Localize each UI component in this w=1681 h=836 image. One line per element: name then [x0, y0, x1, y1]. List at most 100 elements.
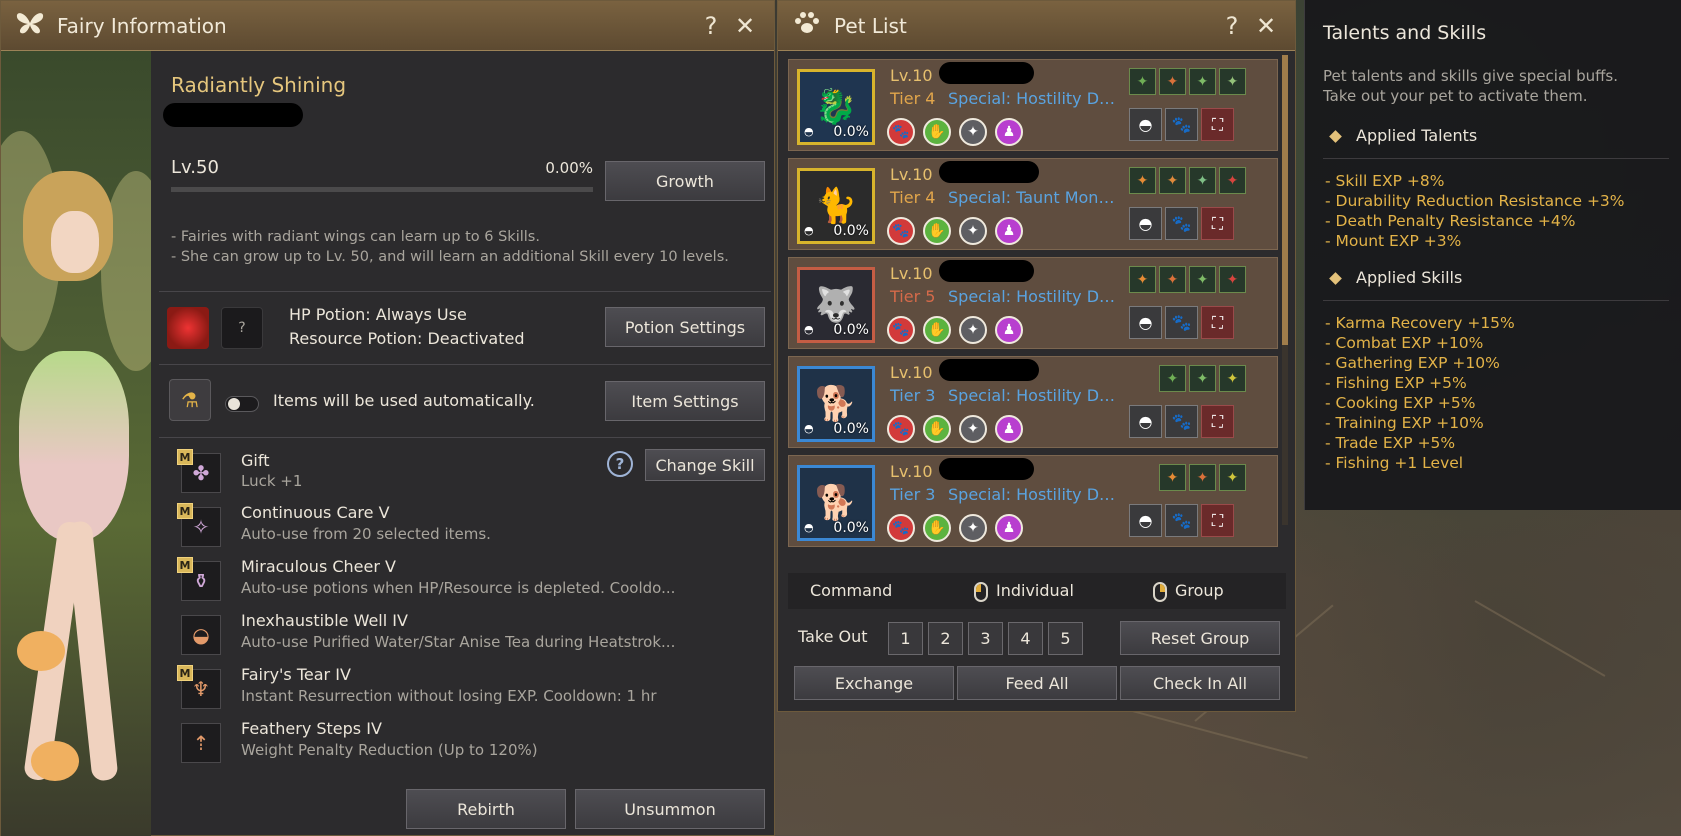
check-in-icon[interactable]: ⛶ — [1201, 207, 1234, 240]
special-command-icon[interactable]: ♟ — [995, 514, 1023, 542]
pet-portrait[interactable]: 🐉 ◓ 0.0% — [797, 69, 875, 145]
fairy-exp-bar — [171, 187, 593, 192]
check-in-all-button[interactable]: Check In All — [1120, 666, 1280, 700]
paw-command-icon[interactable]: 🐾 — [1165, 306, 1198, 339]
pet-hunger-percent: 0.0% — [833, 124, 869, 140]
paw-command-icon[interactable]: 🐾 — [1165, 207, 1198, 240]
feed-bowl-icon[interactable]: ◓ — [1129, 207, 1162, 240]
feed-bowl-icon[interactable]: ◓ — [1129, 306, 1162, 339]
skill-effect: - Training EXP +10% — [1325, 414, 1484, 432]
pet-portrait[interactable]: 🐈 ◓ 0.0% — [797, 168, 875, 244]
pet-talent-icon: ✦ — [1219, 365, 1246, 392]
talents-panel-subtitle: Pet talents and skills give special buff… — [1323, 66, 1618, 106]
take-out-group-4-button[interactable]: 4 — [1008, 622, 1043, 655]
gather-command-icon[interactable]: ✋ — [923, 118, 951, 146]
pet-row[interactable]: 🐺 ◓ 0.0% Lv.10 Tier 5 Special: Hostility Det.… — [788, 257, 1278, 349]
special-command-icon[interactable]: ♟ — [995, 118, 1023, 146]
feed-bowl-icon[interactable]: ◓ — [1129, 108, 1162, 141]
attack-command-icon[interactable]: 🐾 — [887, 316, 915, 344]
auto-item-settings-icon[interactable]: ⚗ — [169, 379, 211, 421]
pet-window-titlebar[interactable]: Pet List ? ✕ — [778, 1, 1295, 51]
skill-effect: - Combat EXP +10% — [1325, 334, 1484, 352]
skill-description: Weight Penalty Reduction (Up to 120%) — [241, 741, 538, 759]
pet-level: Lv.10 — [890, 363, 933, 382]
talents-and-skills-panel: Talents and Skills Pet talents and skill… — [1304, 0, 1681, 510]
pet-row[interactable]: 🐈 ◓ 0.0% Lv.10 Tier 4 Special: Taunt Mons... 🐾… — [788, 158, 1278, 250]
potion-settings-button[interactable]: Potion Settings — [605, 307, 765, 347]
feed-bowl-icon[interactable]: ◓ — [1129, 405, 1162, 438]
skill-help-icon[interactable]: ? — [607, 451, 633, 477]
pet-row[interactable]: 🐉 ◓ 0.0% Lv.10 Tier 4 Special: Hostility Det.… — [788, 59, 1278, 151]
resource-potion-slot-icon[interactable]: ? — [221, 307, 263, 349]
attack-command-icon[interactable]: 🐾 — [887, 415, 915, 443]
check-in-icon[interactable]: ⛶ — [1201, 108, 1234, 141]
pet-talent-icon: ✦ — [1189, 167, 1216, 194]
pet-tier: Tier 4 — [890, 188, 936, 207]
help-icon[interactable]: ? — [1217, 12, 1247, 40]
skill-description: Auto-use potions when HP/Resource is dep… — [241, 579, 676, 597]
pet-portrait[interactable]: 🐕 ◓ 0.0% — [797, 465, 875, 541]
pet-list-scrollbar[interactable] — [1282, 55, 1288, 525]
attack-command-icon[interactable]: 🐾 — [887, 217, 915, 245]
check-in-icon[interactable]: ⛶ — [1201, 504, 1234, 537]
auto-use-toggle[interactable] — [225, 396, 259, 412]
compass-command-icon[interactable]: ✦ — [959, 118, 987, 146]
item-settings-button[interactable]: Item Settings — [605, 381, 765, 421]
gather-command-icon[interactable]: ✋ — [923, 217, 951, 245]
change-skill-button[interactable]: Change Skill — [645, 449, 765, 481]
attack-command-icon[interactable]: 🐾 — [887, 514, 915, 542]
close-icon[interactable]: ✕ — [730, 12, 760, 40]
reset-group-button[interactable]: Reset Group — [1120, 621, 1280, 655]
pet-talent-icon: ✦ — [1219, 464, 1246, 491]
compass-command-icon[interactable]: ✦ — [959, 514, 987, 542]
pet-window-title: Pet List — [834, 13, 907, 38]
special-command-icon[interactable]: ♟ — [995, 316, 1023, 344]
feed-bowl-icon[interactable]: ◓ — [1129, 504, 1162, 537]
paw-command-icon[interactable]: 🐾 — [1165, 108, 1198, 141]
compass-command-icon[interactable]: ✦ — [959, 316, 987, 344]
pet-special-skill: Special: Hostility Det... — [948, 386, 1120, 405]
compass-command-icon[interactable]: ✦ — [959, 217, 987, 245]
mastery-badge: M — [177, 557, 193, 573]
rebirth-button[interactable]: Rebirth — [406, 789, 566, 829]
take-out-group-2-button[interactable]: 2 — [928, 622, 963, 655]
special-command-icon[interactable]: ♟ — [995, 217, 1023, 245]
skill-name: Gift — [241, 451, 270, 470]
help-icon[interactable]: ? — [696, 12, 726, 40]
mastery-badge: M — [177, 449, 193, 465]
special-command-icon[interactable]: ♟ — [995, 415, 1023, 443]
gather-command-icon[interactable]: ✋ — [923, 514, 951, 542]
check-in-icon[interactable]: ⛶ — [1201, 405, 1234, 438]
fairy-window-title: Fairy Information — [57, 13, 227, 38]
well-bowl-icon[interactable]: ◒ — [181, 615, 221, 655]
hp-potion-slot-icon[interactable] — [167, 307, 209, 349]
gather-command-icon[interactable]: ✋ — [923, 316, 951, 344]
right-mouse-icon — [1153, 582, 1167, 602]
weight-bag-icon[interactable]: ⇡ — [181, 723, 221, 763]
pet-portrait[interactable]: 🐕 ◓ 0.0% — [797, 366, 875, 442]
paw-command-icon[interactable]: 🐾 — [1165, 504, 1198, 537]
feed-all-button[interactable]: Feed All — [957, 666, 1117, 700]
pet-talent-icon: ✦ — [1189, 365, 1216, 392]
take-out-group-3-button[interactable]: 3 — [968, 622, 1003, 655]
pet-portrait[interactable]: 🐺 ◓ 0.0% — [797, 267, 875, 343]
pet-row[interactable]: 🐕 ◓ 0.0% Lv.10 Tier 3 Special: Hostility Det.… — [788, 455, 1278, 547]
close-icon[interactable]: ✕ — [1251, 12, 1281, 40]
pet-row[interactable]: 🐕 ◓ 0.0% Lv.10 Tier 3 Special: Hostility Det.… — [788, 356, 1278, 448]
hunger-bowl-icon: ◓ — [804, 521, 814, 534]
growth-button[interactable]: Growth — [605, 161, 765, 201]
take-out-group-5-button[interactable]: 5 — [1048, 622, 1083, 655]
skill-name: Miraculous Cheer V — [241, 557, 396, 576]
talent-effect: - Skill EXP +8% — [1325, 172, 1445, 190]
talent-effect: - Durability Reduction Resistance +3% — [1325, 192, 1625, 210]
gather-command-icon[interactable]: ✋ — [923, 415, 951, 443]
attack-command-icon[interactable]: 🐾 — [887, 118, 915, 146]
paw-command-icon[interactable]: 🐾 — [1165, 405, 1198, 438]
exchange-button[interactable]: Exchange — [794, 666, 954, 700]
unsummon-button[interactable]: Unsummon — [575, 789, 765, 829]
scrollbar-thumb[interactable] — [1282, 55, 1288, 345]
take-out-group-1-button[interactable]: 1 — [888, 622, 923, 655]
check-in-icon[interactable]: ⛶ — [1201, 306, 1234, 339]
fairy-window-titlebar[interactable]: Fairy Information ? ✕ — [1, 1, 774, 51]
compass-command-icon[interactable]: ✦ — [959, 415, 987, 443]
